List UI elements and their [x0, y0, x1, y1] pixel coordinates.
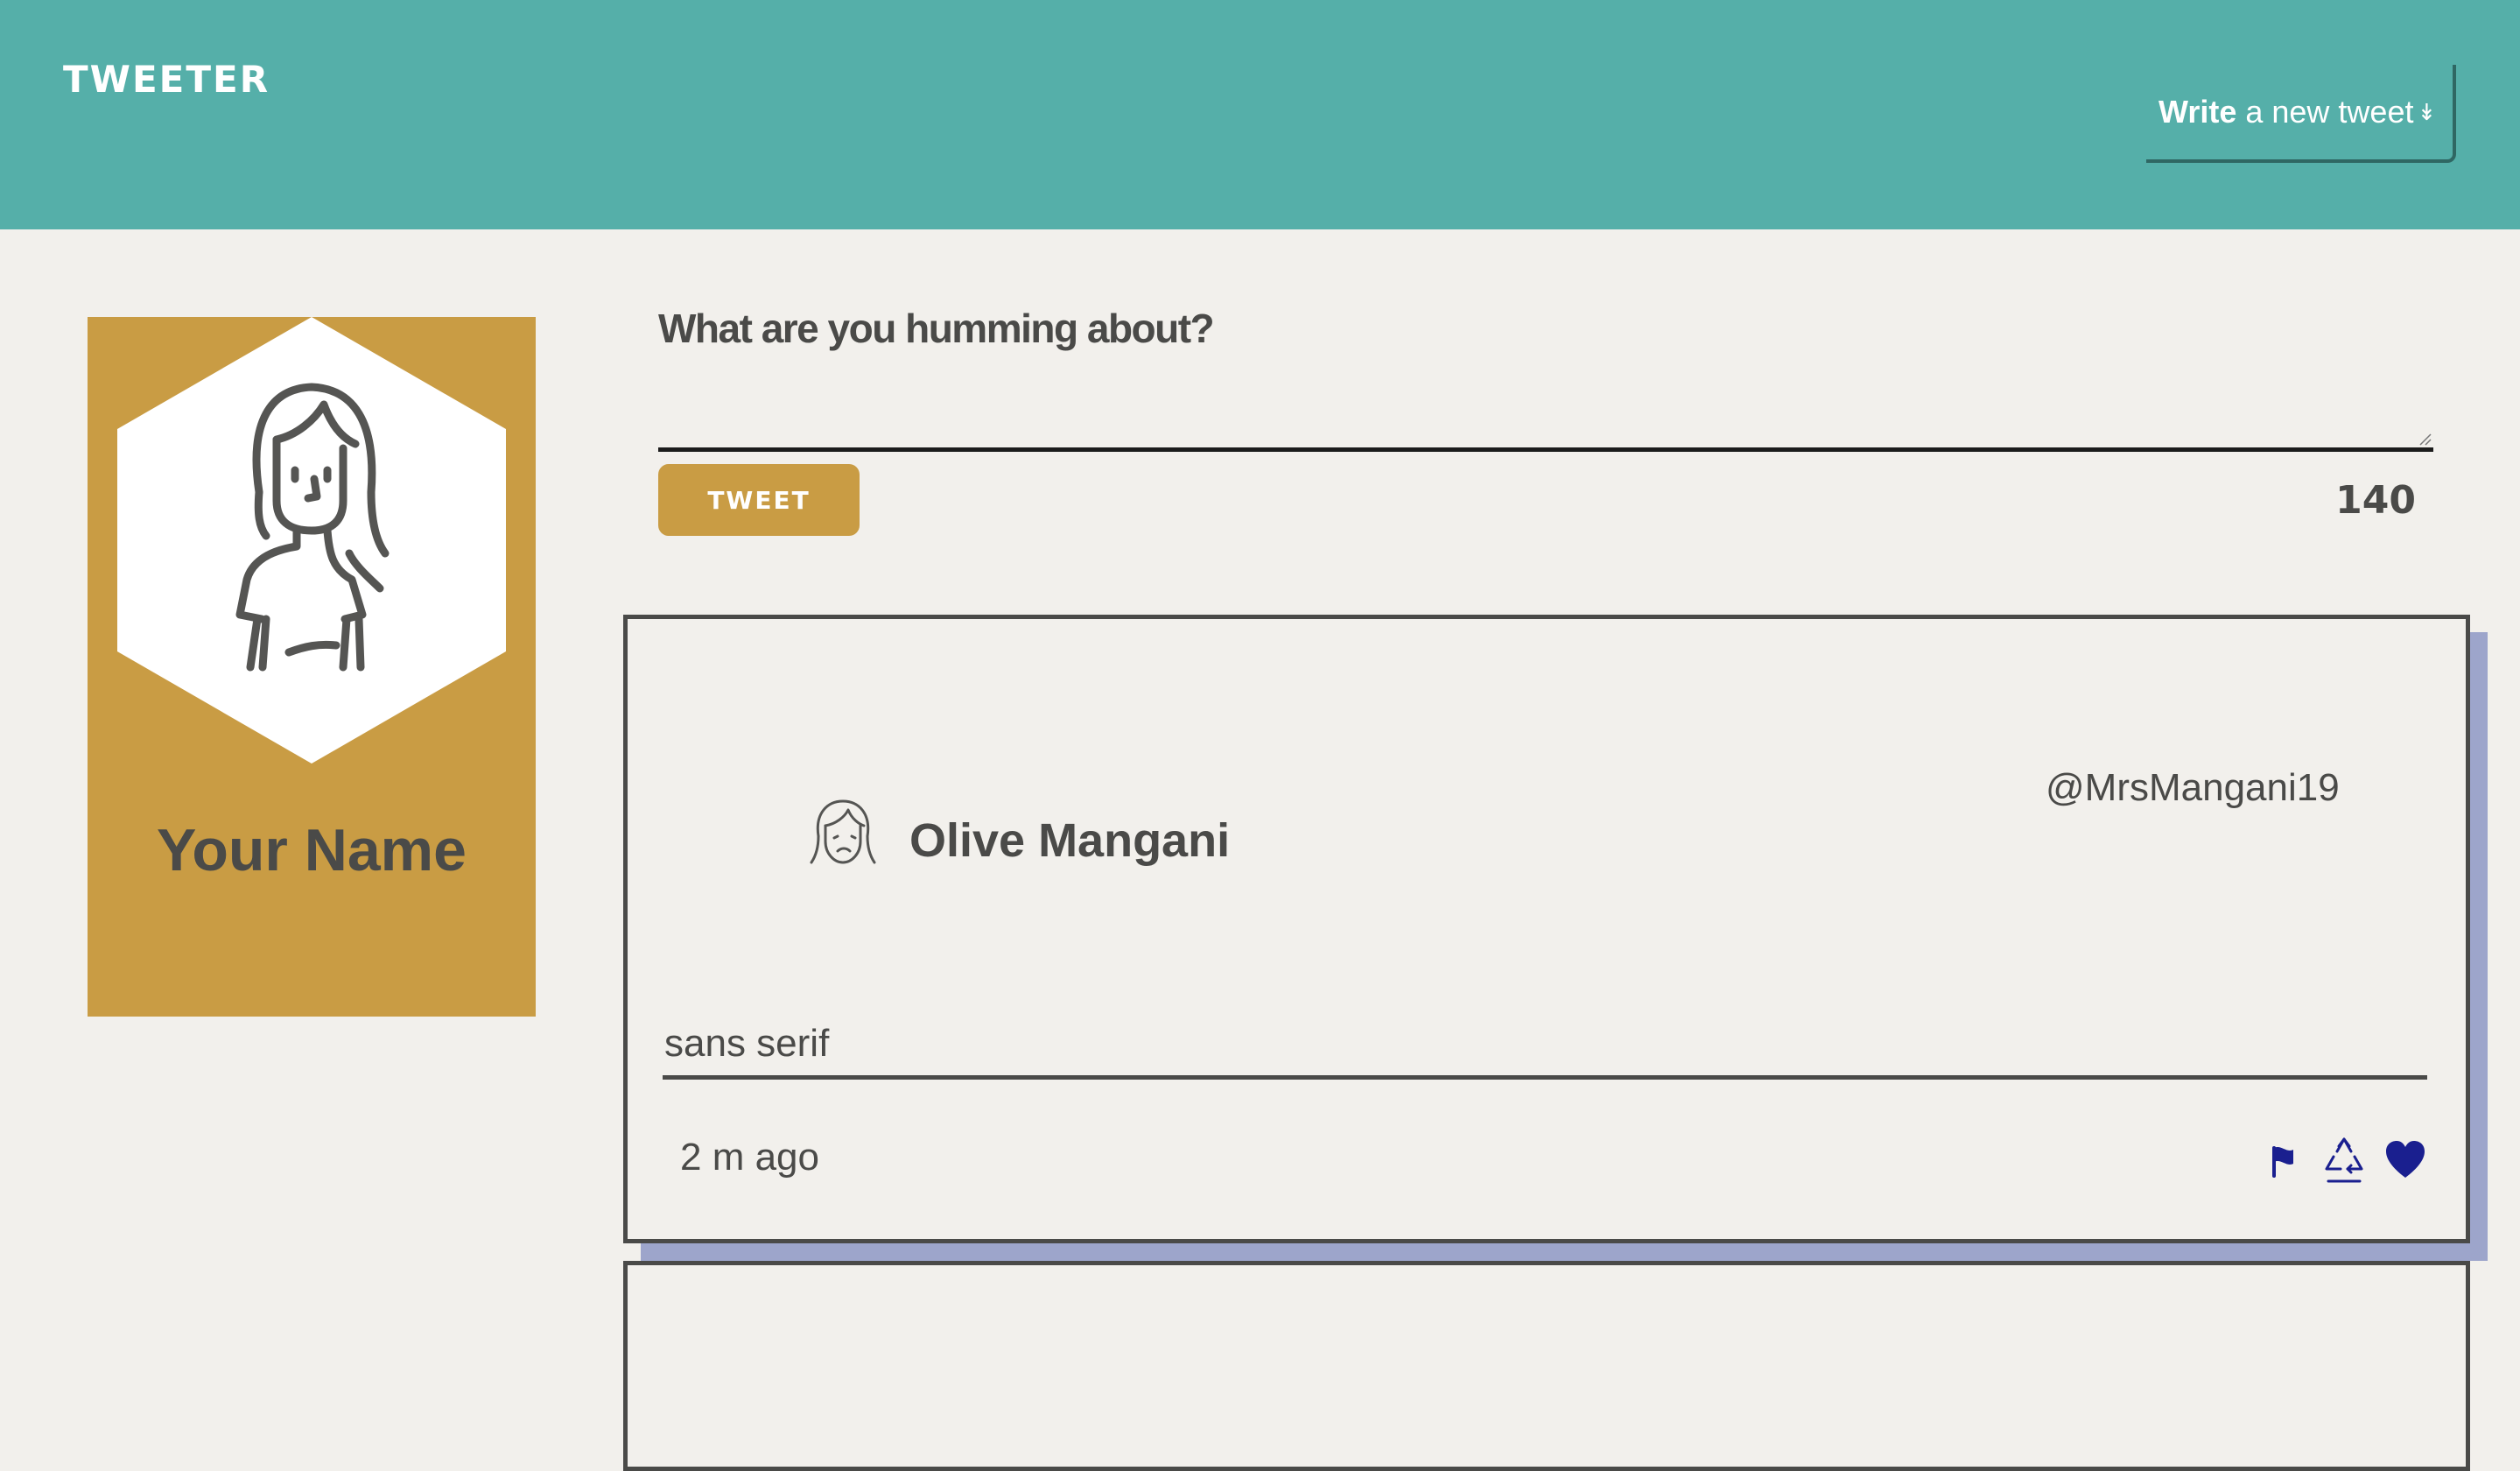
compose-prompt-label: What are you humming about? — [658, 306, 1215, 351]
tweet-card — [623, 1261, 2470, 1471]
write-new-tweet-button[interactable]: Write a new tweet ↡ — [2146, 65, 2456, 163]
profile-card: Your Name — [88, 317, 536, 1017]
tweet-submit-button[interactable]: TWEET — [658, 464, 860, 536]
brand-logo[interactable]: TWEETER — [63, 58, 270, 101]
woman-face-icon — [810, 799, 876, 864]
tweet-textarea[interactable] — [658, 368, 2433, 452]
tweet-card: Olive Mangani @MrsMangani19 sans serif 2… — [623, 615, 2470, 1243]
new-tweet-label: a new tweet — [2245, 94, 2414, 130]
tweet-timestamp: 2 m ago — [680, 1136, 819, 1179]
tweet-actions — [2252, 1129, 2436, 1192]
double-down-arrow-icon: ↡ — [2417, 98, 2437, 125]
tweet-author-name: Olive Mangani — [909, 814, 1231, 867]
tweet-content: sans serif — [663, 1022, 2427, 1080]
heart-icon[interactable] — [2383, 1136, 2428, 1185]
retweet-icon[interactable] — [2321, 1136, 2367, 1185]
character-counter: 140 — [2335, 478, 2416, 523]
profile-name: Your Name — [157, 817, 467, 883]
top-nav: TWEETER Write a new tweet ↡ — [0, 0, 2520, 229]
flag-icon[interactable] — [2260, 1136, 2306, 1185]
resize-handle-icon[interactable] — [2418, 432, 2432, 446]
tweet-author-handle: @MrsMangani19 — [2046, 766, 2340, 809]
woman-avatar-icon — [117, 317, 506, 764]
write-label: Write — [2158, 94, 2237, 130]
